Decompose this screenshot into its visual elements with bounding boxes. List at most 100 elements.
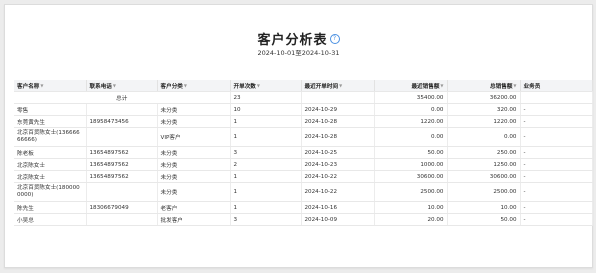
cell-customer-name: 陈老板 — [14, 146, 87, 159]
column-header-order-count[interactable]: 开单次数▼ — [230, 80, 302, 92]
table-row[interactable]: 北京陈女士 13654897562 未分类 1 2024-10-22 30600.00 30… — [14, 170, 593, 183]
cell-salesperson: - — [520, 127, 593, 147]
cell-order-count: 1 — [230, 182, 302, 202]
cell-total-sales: 1250.00 — [447, 158, 521, 171]
cell-total-sales: 10.00 — [447, 201, 521, 214]
cell-salesperson: - — [520, 146, 593, 159]
table-row[interactable]: 陈老板 13654897562 未分类 3 2024-10-25 50.00 250.00- — [14, 146, 593, 159]
cell-last-order-time: 2024-10-09 — [301, 213, 375, 226]
table-row[interactable]: 北京百货陈女士(1800000000) 未分类 1 2024-10-22 2500.00… — [14, 182, 593, 202]
cell-customer-name: 北京陈女士 — [14, 158, 87, 171]
cell-customer-name: 小吴总 — [14, 213, 87, 226]
sort-caret-icon[interactable]: ▼ — [440, 83, 443, 88]
cell-phone: 13654897562 — [86, 158, 158, 171]
cell-recent-sales: 2500.00 — [374, 182, 448, 202]
title-row: 客户分析表? — [5, 29, 592, 48]
total-empty-cell — [520, 91, 593, 104]
sort-caret-icon[interactable]: ▼ — [113, 83, 116, 88]
total-row: 总计 23 35400.00 36200.00 — [14, 91, 593, 104]
total-label: 总计 — [14, 91, 231, 104]
cell-phone — [86, 182, 158, 202]
date-range: 2024-10-01至2024-10-31 — [257, 49, 340, 57]
sort-caret-icon[interactable]: ▼ — [184, 83, 187, 88]
cell-total-sales: 320.00 — [447, 103, 521, 116]
cell-recent-sales: 0.00 — [374, 103, 448, 116]
total-recent-sales: 35400.00 — [374, 91, 448, 104]
customer-analysis-table: 客户名称▼ 联系电话▼ 客户分类▼ 开单次数▼ 最近开单时间▼ 最近销售额▼ 总… — [14, 80, 593, 226]
cell-order-count: 1 — [230, 201, 302, 214]
cell-last-order-time: 2024-10-16 — [301, 201, 375, 214]
sort-caret-icon[interactable]: ▼ — [257, 83, 260, 88]
column-header-last-order-time[interactable]: 最近开单时间▼ — [301, 80, 375, 92]
cell-total-sales: 30600.00 — [447, 170, 521, 183]
cell-category: 未分类 — [157, 115, 231, 128]
table-row[interactable]: 零售 未分类 10 2024-10-29 0.00 320.00- — [14, 103, 593, 116]
cell-recent-sales: 1220.00 — [374, 115, 448, 128]
sort-caret-icon[interactable]: ▼ — [339, 83, 342, 88]
cell-salesperson: - — [520, 201, 593, 214]
cell-salesperson: - — [520, 103, 593, 116]
cell-salesperson: - — [520, 158, 593, 171]
total-total-sales: 36200.00 — [447, 91, 521, 104]
cell-order-count: 1 — [230, 115, 302, 128]
cell-order-count: 2 — [230, 158, 302, 171]
help-icon[interactable]: ? — [329, 34, 340, 44]
column-header-phone[interactable]: 联系电话▼ — [86, 80, 158, 92]
cell-order-count: 1 — [230, 170, 302, 183]
cell-category: 未分类 — [157, 170, 231, 183]
cell-category: 批发客户 — [157, 213, 231, 226]
column-header-recent-sales[interactable]: 最近销售额▼ — [374, 80, 448, 92]
cell-last-order-time: 2024-10-22 — [301, 170, 375, 183]
cell-total-sales: 50.00 — [447, 213, 521, 226]
cell-phone: 18958473456 — [86, 115, 158, 128]
table-row[interactable]: 小吴总 批发客户 3 2024-10-09 20.00 50.00- — [14, 213, 593, 226]
column-header-category[interactable]: 客户分类▼ — [157, 80, 231, 92]
cell-last-order-time: 2024-10-29 — [301, 103, 375, 116]
cell-category: 未分类 — [157, 146, 231, 159]
total-empty-cell — [301, 91, 375, 104]
cell-customer-name: 北京百货陈女士(1800000000) — [14, 182, 87, 202]
cell-total-sales: 250.00 — [447, 146, 521, 159]
cell-category: 未分类 — [157, 182, 231, 202]
cell-category: 未分类 — [157, 158, 231, 171]
cell-recent-sales: 1000.00 — [374, 158, 448, 171]
table-row[interactable]: 北京百货陈女士(13666666666) VIP客户 1 2024-10-28 0.00… — [14, 127, 593, 147]
report-card: 客户分析表? 2024-10-01至2024-10-31 客户名称▼ 联系电话▼… — [4, 4, 593, 268]
cell-phone — [86, 103, 158, 116]
cell-last-order-time: 2024-10-22 — [301, 182, 375, 202]
table-row[interactable]: 陈先生 18306679049 老客户 1 2024-10-16 10.00 10.00- — [14, 201, 593, 214]
cell-last-order-time: 2024-10-28 — [301, 127, 375, 147]
cell-phone: 13654897562 — [86, 146, 158, 159]
cell-phone — [86, 127, 158, 147]
cell-total-sales: 1220.00 — [447, 115, 521, 128]
table-row[interactable]: 东莞黄先生 18958473456 未分类 1 2024-10-28 1220.00 122… — [14, 115, 593, 128]
cell-order-count: 1 — [230, 127, 302, 147]
sort-caret-icon[interactable]: ▼ — [513, 83, 516, 88]
table-header-row: 客户名称▼ 联系电话▼ 客户分类▼ 开单次数▼ 最近开单时间▼ 最近销售额▼ 总… — [14, 80, 593, 92]
cell-total-sales: 2500.00 — [447, 182, 521, 202]
table-body: 总计 23 35400.00 36200.00 零售 未分类 10 2024-10-2… — [14, 91, 593, 226]
sort-caret-icon[interactable]: ▼ — [40, 83, 43, 88]
page-title: 客户分析表 — [257, 33, 328, 48]
cell-order-count: 10 — [230, 103, 302, 116]
cell-phone: 13654897562 — [86, 170, 158, 183]
column-header-salesperson[interactable]: 业务员 — [520, 80, 593, 92]
cell-recent-sales: 50.00 — [374, 146, 448, 159]
column-header-total-sales[interactable]: 总销售额▼ — [447, 80, 521, 92]
cell-salesperson: - — [520, 115, 593, 128]
cell-last-order-time: 2024-10-23 — [301, 158, 375, 171]
cell-salesperson: - — [520, 182, 593, 202]
cell-customer-name: 北京百货陈女士(13666666666) — [14, 127, 87, 147]
cell-recent-sales: 10.00 — [374, 201, 448, 214]
cell-salesperson: - — [520, 170, 593, 183]
cell-customer-name: 东莞黄先生 — [14, 115, 87, 128]
table-row[interactable]: 北京陈女士 13654897562 未分类 2 2024-10-23 1000.00 125… — [14, 158, 593, 171]
cell-recent-sales: 20.00 — [374, 213, 448, 226]
cell-order-count: 3 — [230, 213, 302, 226]
total-count: 23 — [230, 91, 302, 104]
cell-total-sales: 0.00 — [447, 127, 521, 147]
cell-customer-name: 零售 — [14, 103, 87, 116]
cell-category: 未分类 — [157, 103, 231, 116]
column-header-customer-name[interactable]: 客户名称▼ — [14, 80, 87, 92]
cell-last-order-time: 2024-10-28 — [301, 115, 375, 128]
